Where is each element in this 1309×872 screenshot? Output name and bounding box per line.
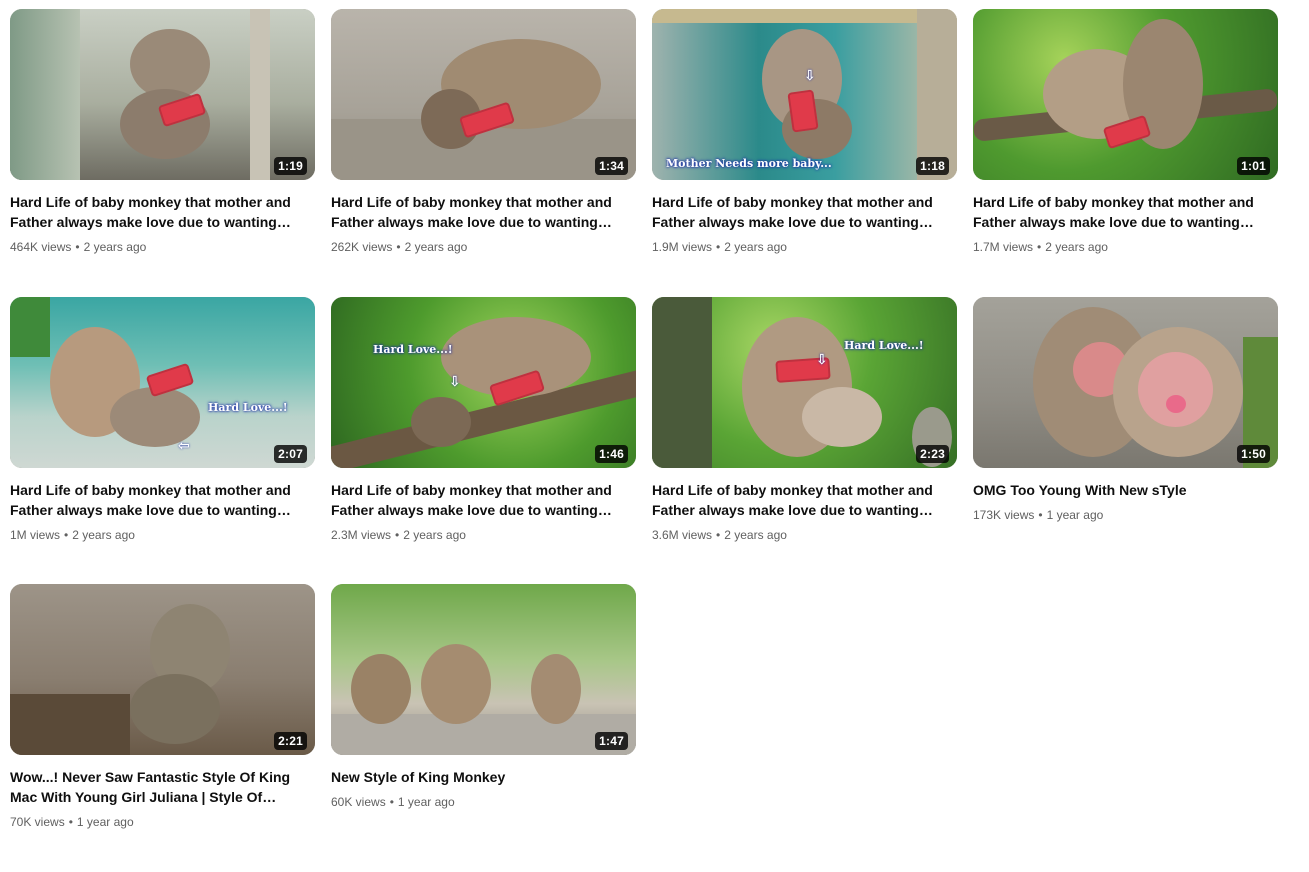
video-duration: 1:46 — [595, 444, 628, 463]
thumbnail-caption: Hard Love...! — [373, 342, 453, 356]
upload-age: 2 years ago — [724, 527, 787, 542]
view-count: 2.3M views — [331, 527, 392, 542]
video-title[interactable]: New Style of King Monkey — [331, 767, 636, 787]
video-duration: 1:34 — [595, 157, 628, 175]
arrow-down-icon: ⇩ — [816, 350, 828, 367]
view-count: 60K views — [331, 795, 386, 809]
upload-age: 2 years ago — [72, 527, 135, 542]
video-thumbnail[interactable]: 2:21 — [10, 584, 315, 755]
video-title[interactable]: Wow...! Never Saw Fantastic Style Of Kin… — [10, 767, 315, 807]
video-meta: 173K views • 1 year ago — [973, 506, 1278, 524]
view-count: 70K views — [10, 815, 65, 829]
video-title[interactable]: Hard Life of baby monkey that mother and… — [652, 192, 957, 232]
upload-age: 2 years ago — [1045, 240, 1108, 254]
view-count: 1.7M views — [973, 240, 1034, 254]
arrow-down-icon: ⇩ — [804, 67, 816, 83]
video-duration: 2:07 — [274, 444, 307, 463]
video-meta: 3.6M views • 2 years ago — [652, 526, 957, 544]
video-meta: 464K views • 2 years ago — [10, 238, 315, 256]
video-duration: 2:21 — [274, 732, 307, 750]
video-thumbnail[interactable]: 1:01 — [973, 9, 1278, 180]
meta-separator: • — [1038, 507, 1043, 522]
meta-separator: • — [1037, 240, 1042, 254]
arrow-down-icon: ⇩ — [449, 372, 461, 389]
video-title[interactable]: Hard Life of baby monkey that mother and… — [331, 480, 636, 520]
thumbnail-caption: Hard Love...! — [208, 400, 288, 414]
view-count: 1M views — [10, 527, 61, 542]
video-title[interactable]: Hard Life of baby monkey that mother and… — [10, 480, 315, 520]
view-count: 173K views — [973, 507, 1035, 522]
meta-separator: • — [716, 240, 721, 254]
video-card[interactable]: Hard Love...! ⇩ 2:23 Hard Life of baby m… — [652, 296, 957, 585]
meta-separator: • — [395, 527, 400, 542]
video-meta: 262K views • 2 years ago — [331, 238, 636, 256]
view-count: 3.6M views — [652, 527, 713, 542]
video-grid: 1:19 Hard Life of baby monkey that mothe… — [10, 9, 1278, 872]
video-duration: 1:01 — [1237, 157, 1270, 175]
video-card[interactable]: 1:47 New Style of King Monkey 60K views •… — [331, 584, 636, 872]
video-meta: 70K views • 1 year ago — [10, 813, 315, 831]
video-thumbnail[interactable]: Hard Love...! ⇦ 2:07 — [10, 296, 315, 468]
view-count: 262K views — [331, 240, 393, 254]
view-count: 464K views — [10, 240, 72, 254]
video-duration: 2:23 — [916, 444, 949, 463]
video-thumbnail[interactable]: ⇩ Mother Needs more baby... 1:18 — [652, 9, 957, 180]
thumbnail-caption: Hard Love...! — [844, 338, 924, 352]
upload-age: 2 years ago — [724, 240, 787, 254]
video-title[interactable]: Hard Life of baby monkey that mother and… — [973, 192, 1278, 232]
video-duration: 1:50 — [1237, 444, 1270, 463]
video-title[interactable]: Hard Life of baby monkey that mother and… — [331, 192, 636, 232]
meta-separator: • — [68, 815, 73, 829]
video-title[interactable]: OMG Too Young With New sTyle — [973, 480, 1278, 500]
view-count: 1.9M views — [652, 240, 713, 254]
video-thumbnail[interactable]: 1:34 — [331, 9, 636, 180]
video-card[interactable]: 1:01 Hard Life of baby monkey that mothe… — [973, 9, 1278, 297]
meta-separator: • — [75, 240, 80, 254]
upload-age: 2 years ago — [83, 240, 147, 254]
video-meta: 2.3M views • 2 years ago — [331, 526, 636, 544]
video-duration: 1:47 — [595, 732, 628, 750]
video-card[interactable]: 2:21 Wow...! Never Saw Fantastic Style O… — [10, 584, 315, 872]
video-card[interactable]: 1:50 OMG Too Young With New sTyle 173K v… — [973, 296, 1278, 585]
meta-separator: • — [396, 240, 401, 254]
video-title[interactable]: Hard Life of baby monkey that mother and… — [652, 480, 957, 520]
video-thumbnail[interactable]: Hard Love...! ⇩ 2:23 — [652, 296, 957, 468]
video-duration: 1:18 — [916, 157, 949, 175]
upload-age: 1 year ago — [1046, 507, 1104, 522]
video-thumbnail[interactable]: 1:50 — [973, 296, 1278, 468]
video-thumbnail[interactable]: 1:47 — [331, 584, 636, 755]
video-card[interactable]: 1:19 Hard Life of baby monkey that mothe… — [10, 9, 315, 297]
video-title[interactable]: Hard Life of baby monkey that mother and… — [10, 192, 315, 232]
video-card[interactable]: 1:34 Hard Life of baby monkey that mothe… — [331, 9, 636, 297]
upload-age: 1 year ago — [397, 795, 455, 809]
video-meta: 1.9M views • 2 years ago — [652, 238, 957, 256]
upload-age: 2 years ago — [404, 240, 468, 254]
meta-separator: • — [64, 527, 69, 542]
video-card[interactable]: Hard Love...! ⇦ 2:07 Hard Life of baby m… — [10, 296, 315, 585]
video-card[interactable]: Hard Love...! ⇩ 1:46 Hard Life of baby m… — [331, 296, 636, 585]
arrow-left-icon: ⇦ — [178, 436, 190, 453]
meta-separator: • — [389, 795, 394, 809]
thumbnail-caption: Mother Needs more baby... — [666, 157, 832, 170]
video-meta: 60K views • 1 year ago — [331, 793, 636, 811]
video-thumbnail[interactable]: 1:19 — [10, 9, 315, 180]
video-meta: 1.7M views • 2 years ago — [973, 238, 1278, 256]
video-meta: 1M views • 2 years ago — [10, 526, 315, 544]
video-duration: 1:19 — [274, 157, 307, 175]
meta-separator: • — [716, 527, 721, 542]
upload-age: 2 years ago — [403, 527, 466, 542]
upload-age: 1 year ago — [76, 815, 134, 829]
video-card[interactable]: ⇩ Mother Needs more baby... 1:18 Hard Li… — [652, 9, 957, 297]
video-thumbnail[interactable]: Hard Love...! ⇩ 1:46 — [331, 296, 636, 468]
